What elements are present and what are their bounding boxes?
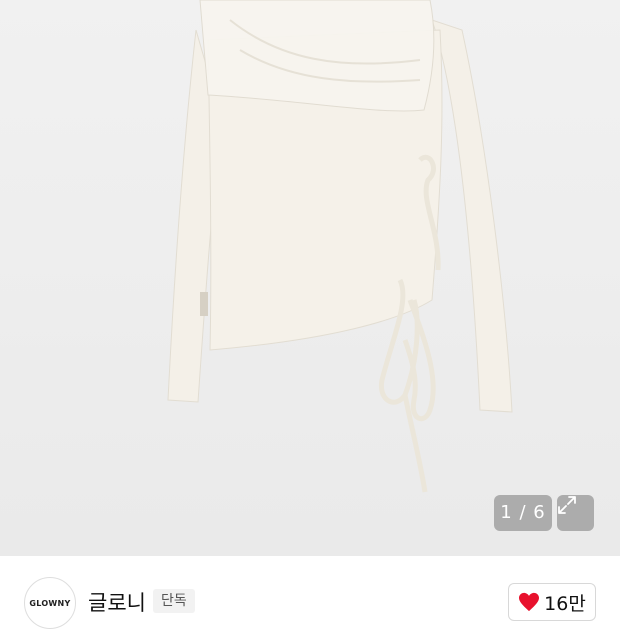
product-photo (167, 0, 513, 493)
store-bar: GLOWNY 글로니 단독 16만 (0, 556, 620, 629)
store-logo-text: GLOWNY (29, 598, 71, 608)
expand-button[interactable] (557, 495, 594, 531)
exclusive-badge: 단독 (153, 589, 195, 613)
like-count: 16만 (544, 592, 586, 615)
store-logo[interactable]: GLOWNY (24, 577, 76, 629)
store-name[interactable]: 글로니 (88, 587, 146, 617)
product-image[interactable]: 1 / 6 (0, 0, 620, 556)
image-counter: 1 / 6 (494, 495, 552, 531)
like-button[interactable]: 16만 (508, 583, 596, 621)
heart-icon (519, 592, 540, 612)
expand-icon (558, 496, 576, 514)
image-counter-text: 1 / 6 (500, 502, 546, 523)
